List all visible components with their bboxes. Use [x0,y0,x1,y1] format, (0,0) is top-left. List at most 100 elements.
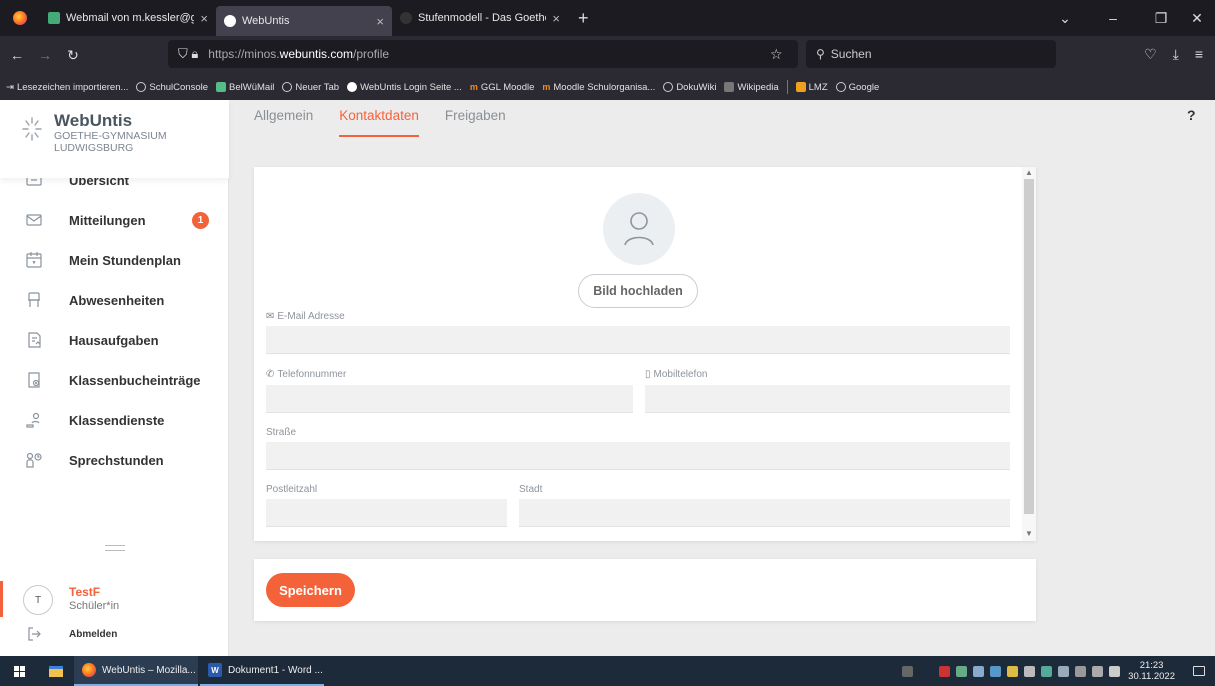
calendar-icon [25,251,43,269]
tray-app-icon[interactable] [973,665,985,677]
bookmark-separator [786,80,788,94]
restore-button[interactable]: ❐ [1143,10,1179,27]
clock[interactable]: 21:23 30.11.2022 [1128,660,1175,682]
goethe-favicon-icon [400,12,412,24]
bookmark-google[interactable]: Google [835,82,879,93]
reload-icon[interactable]: ↻ [62,47,84,64]
homework-icon [25,331,43,349]
system-tray: 21:23 30.11.2022 [902,656,1215,686]
globe-icon [835,82,846,92]
scroll-up-icon[interactable]: ▲ [1025,168,1033,177]
email-field[interactable] [266,326,1010,354]
sidebar-item-label: Abwesenheiten [69,292,165,308]
tab-list-chevron-icon[interactable]: ⌄ [1047,10,1083,27]
tab-title: Stufenmodell - Das Goethe-Gy [418,12,546,24]
tray-app-icon[interactable] [1041,665,1053,677]
bookmark-star-icon[interactable]: ☆ [770,46,783,63]
close-tab-icon[interactable]: × [376,14,384,29]
bookmark-lmz[interactable]: LMZ [795,82,828,93]
tray-app-icon[interactable] [1075,665,1087,677]
sidebar-item-klassenbucheintraege[interactable]: Klassenbucheinträge [0,360,229,400]
bookmark-moodle-schulorg[interactable]: m Moodle Schulorganisa... [542,82,655,93]
bookmark-import[interactable]: ⇥ Lesezeichen importieren... [6,82,128,93]
search-input[interactable]: ⚲ Suchen [806,40,1056,68]
zip-field[interactable] [266,499,507,527]
tab-freigaben[interactable]: Freigaben [445,108,506,137]
notifications-icon[interactable] [1183,656,1215,686]
browser-tab-webmail[interactable]: Webmail von m.kessler@goethe- × [40,0,216,36]
sidebar-item-hausaufgaben[interactable]: Hausaufgaben [0,320,229,360]
user-profile-entry[interactable]: T TestF Schüler*in [0,577,229,621]
bookmark-belwuemail[interactable]: BelWüMail [216,82,274,93]
sidebar-item-mitteilungen[interactable]: Mitteilungen 1 [0,200,229,240]
browser-tab-stufenmodell[interactable]: Stufenmodell - Das Goethe-Gy × [392,0,568,36]
moodle-icon: m [542,82,551,92]
taskbar-app-label: Dokument1 - Word ... [228,664,323,676]
close-tab-icon[interactable]: × [200,11,208,26]
logout-button[interactable]: Abmelden [0,622,229,646]
street-label-text: Straße [266,427,297,438]
close-tab-icon[interactable]: × [552,11,560,26]
back-arrow-icon[interactable]: ← [6,47,28,63]
bookmark-label: SchulConsole [149,81,209,93]
tab-kontaktdaten[interactable]: Kontaktdaten [339,108,419,137]
forward-arrow-icon[interactable]: → [34,47,56,63]
upload-picture-button[interactable]: Bild hochladen [578,274,698,308]
sidebar-item-label: Sprechstunden [69,452,164,468]
network-icon[interactable] [1092,665,1104,677]
bookmark-ggl-moodle[interactable]: m GGL Moodle [470,82,535,93]
sidebar-item-label: Klassenbucheinträge [69,372,201,388]
mobile-label: ▯ Mobiltelefon [645,369,707,380]
sidebar-item-stundenplan[interactable]: Mein Stundenplan [0,240,229,280]
class-duty-icon [25,411,43,429]
volume-icon[interactable] [1109,665,1121,677]
file-explorer-icon[interactable] [38,656,74,686]
bookmark-webuntis-login[interactable]: WebUntis Login Seite ... [347,82,462,93]
mobile-field[interactable] [645,385,1010,413]
tray-app-icon[interactable] [1024,665,1036,677]
brand-header[interactable]: WebUntis GOETHE-GYMNASIUM LUDWIGSBURG [0,100,229,178]
sidebar-item-sprechstunden[interactable]: Sprechstunden [0,440,229,480]
tray-app-icon[interactable] [990,665,1002,677]
window-controls: ⌄ – ❐ ✕ [1047,0,1215,36]
firefox-menu-icon[interactable] [0,0,40,36]
scroll-down-icon[interactable]: ▼ [1025,529,1033,538]
sidebar-drag-handle[interactable] [105,545,125,551]
new-tab-button[interactable]: + [568,8,599,29]
sidebar-item-abwesenheiten[interactable]: Abwesenheiten [0,280,229,320]
close-window-button[interactable]: ✕ [1179,10,1215,27]
street-field[interactable] [266,442,1010,470]
bookmark-schulconsole[interactable]: SchulConsole [136,82,208,93]
scrollbar-thumb[interactable] [1024,179,1034,514]
envelope-icon: ✉ [266,311,275,322]
browser-tab-webuntis[interactable]: WebUntis × [216,6,392,36]
tray-app-icon[interactable] [939,665,951,677]
bookmarks-bar: ⇥ Lesezeichen importieren... SchulConsole… [0,74,1215,100]
taskbar-word[interactable]: W Dokument1 - Word ... [200,656,324,686]
windows-start-icon[interactable] [0,656,38,686]
save-button[interactable]: Speichern [266,573,355,607]
windows-taskbar: WebUntis – Mozilla... W Dokument1 - Word… [0,656,1215,686]
city-field[interactable] [519,499,1010,527]
bookmark-neuer-tab[interactable]: Neuer Tab [282,82,339,93]
url-bar[interactable]: ⛉ 🔒︎ https://minos. webuntis.com/profile [168,40,798,68]
tray-app-icon[interactable] [902,665,914,677]
hamburger-menu-icon[interactable]: ≡ [1195,46,1203,63]
form-scrollbar[interactable]: ▲ ▼ [1022,167,1036,541]
download-icon[interactable]: ⤓ [1173,46,1179,63]
taskbar-firefox[interactable]: WebUntis – Mozilla... [74,656,198,686]
tray-app-icon[interactable] [1058,665,1070,677]
phone-field[interactable] [266,385,633,413]
help-button[interactable]: ? [1187,107,1196,123]
user-placeholder-icon [624,212,654,246]
sidebar-item-klassendienste[interactable]: Klassendienste [0,400,229,440]
pocket-icon[interactable]: ♡ [1144,46,1157,63]
bookmark-wikipedia[interactable]: Wikipedia [724,82,779,93]
school-name-line1: GOETHE-GYMNASIUM [54,130,167,142]
tray-app-icon[interactable] [956,665,968,677]
tray-spacer [919,666,933,677]
bookmark-dokuwiki[interactable]: DokuWiki [663,82,716,93]
minimize-button[interactable]: – [1083,10,1143,26]
tray-app-icon[interactable] [1007,665,1019,677]
tab-allgemein[interactable]: Allgemein [254,108,313,137]
